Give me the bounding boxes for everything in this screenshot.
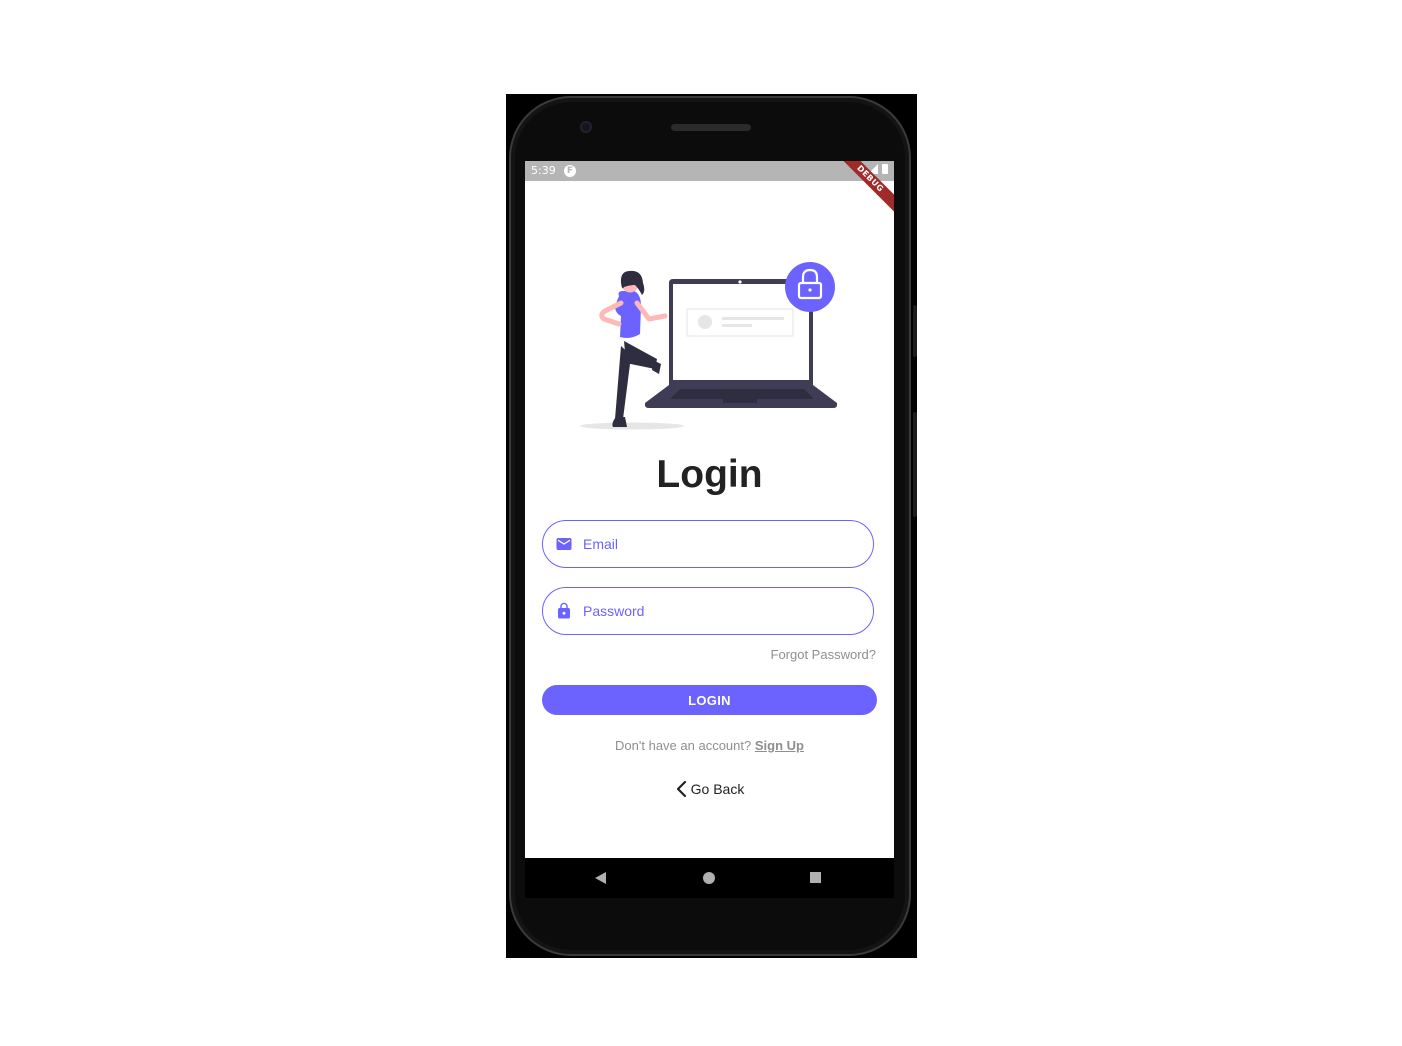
login-button[interactable]: LOGIN	[542, 685, 877, 715]
password-field[interactable]	[542, 587, 874, 635]
flutter-app-icon: F	[564, 165, 576, 177]
lock-icon	[558, 602, 570, 619]
system-nav-bar	[525, 858, 894, 898]
go-back-row: Go Back	[525, 780, 894, 798]
recents-icon[interactable]	[810, 872, 821, 883]
email-input[interactable]	[583, 521, 863, 566]
email-field[interactable]	[542, 520, 874, 568]
signup-prompt: Don't have an account?	[615, 738, 752, 753]
status-time: 5:39	[531, 164, 556, 177]
mail-icon	[556, 538, 572, 550]
chevron-left-icon	[676, 780, 686, 798]
go-back-label: Go Back	[690, 781, 745, 797]
home-icon[interactable]	[703, 872, 715, 884]
signup-link[interactable]: Sign Up	[755, 738, 804, 753]
signup-row: Don't have an account? Sign Up	[525, 738, 894, 753]
password-input[interactable]	[583, 588, 863, 633]
battery-icon	[882, 164, 888, 174]
back-icon[interactable]	[595, 872, 606, 884]
power-button	[913, 412, 917, 517]
volume-button	[913, 305, 917, 357]
front-camera	[580, 121, 592, 133]
page-title: Login	[656, 453, 763, 496]
earpiece-speaker	[671, 124, 751, 131]
go-back-button[interactable]: Go Back	[675, 780, 745, 798]
forgot-password-link[interactable]: Forgot Password?	[771, 647, 877, 662]
status-bar: 5:39 F	[525, 161, 894, 181]
login-illustration	[580, 262, 837, 430]
app-screen: 5:39 F DEBUG Login Email Forgot Password…	[525, 161, 894, 858]
